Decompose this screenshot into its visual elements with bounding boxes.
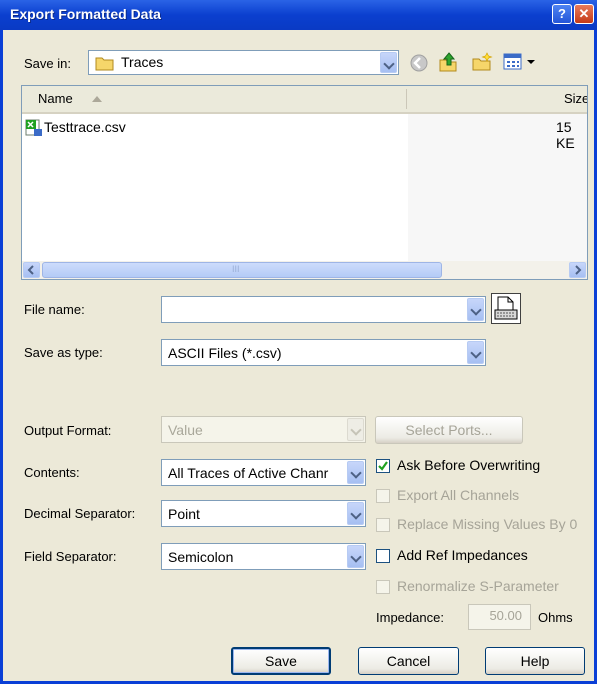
contents-value: All Traces of Active Chanr [168, 464, 329, 481]
output-format-dropdown-button[interactable] [347, 418, 364, 441]
scroll-right-button[interactable] [569, 262, 586, 278]
csv-file-icon [25, 119, 42, 136]
file-name-dropdown-button[interactable] [467, 298, 484, 321]
renormalize-checkbox[interactable] [376, 580, 390, 594]
cancel-button[interactable]: Cancel [358, 647, 459, 675]
impedance-unit: Ohms [538, 610, 573, 625]
save-as-type-select[interactable]: ASCII Files (*.csv) [161, 339, 486, 366]
file-size: 15 KE [556, 119, 575, 151]
save-in-combo[interactable]: Traces [88, 50, 399, 75]
output-format-label: Output Format: [24, 423, 112, 438]
window-title: Export Formatted Data [10, 6, 161, 22]
column-divider[interactable] [406, 89, 407, 109]
field-separator-value: Semicolon [168, 548, 234, 565]
sort-ascending-icon [92, 96, 102, 102]
add-ref-impedances-checkbox[interactable] [376, 549, 390, 563]
help-title-button[interactable]: ? [552, 4, 572, 24]
file-list-header: Name Size [22, 86, 587, 114]
folder-icon [95, 57, 114, 71]
scroll-left-icon [27, 265, 34, 275]
save-as-type-label: Save as type: [24, 345, 103, 360]
save-in-label: Save in: [24, 56, 71, 71]
back-icon[interactable] [409, 53, 429, 73]
file-list[interactable]: Name Size Testtrace.csv 15 KE III [21, 85, 588, 280]
field-separator-label: Field Separator: [24, 549, 117, 564]
name-column-header[interactable]: Name [38, 91, 73, 106]
replace-missing-checkbox[interactable] [376, 518, 390, 532]
contents-label: Contents: [24, 465, 80, 480]
up-folder-icon[interactable] [437, 51, 459, 73]
contents-select[interactable]: All Traces of Active Chanr [161, 459, 366, 486]
file-name-input[interactable] [161, 296, 486, 323]
keyboard-icon [494, 296, 518, 320]
scroll-left-button[interactable] [23, 262, 40, 278]
ask-before-overwriting-label[interactable]: Ask Before Overwriting [397, 457, 540, 473]
close-button[interactable]: ✕ [574, 4, 594, 24]
output-format-value: Value [168, 421, 203, 438]
file-row[interactable]: Testtrace.csv 15 KE [25, 119, 585, 151]
decimal-separator-dropdown-button[interactable] [347, 502, 364, 525]
decimal-separator-label: Decimal Separator: [24, 506, 136, 521]
size-column-header[interactable]: Size [564, 91, 587, 106]
impedance-label: Impedance: [376, 610, 444, 625]
select-ports-button[interactable]: Select Ports... [375, 416, 523, 444]
contents-dropdown-button[interactable] [347, 461, 364, 484]
export-all-channels-label[interactable]: Export All Channels [397, 487, 519, 503]
checkmark-icon [378, 461, 388, 471]
keyboard-button[interactable] [491, 293, 521, 324]
impedance-input[interactable]: 50.00 [468, 604, 531, 630]
scroll-thumb[interactable]: III [42, 262, 442, 278]
save-as-type-dropdown-button[interactable] [467, 341, 484, 364]
decimal-separator-value: Point [168, 505, 200, 522]
scroll-grip: III [232, 264, 240, 274]
file-name-label: File name: [24, 302, 85, 317]
scroll-right-icon [575, 265, 582, 275]
ask-before-overwriting-checkbox[interactable] [376, 459, 390, 473]
new-folder-icon[interactable] [471, 52, 493, 72]
renormalize-label[interactable]: Renormalize S-Parameter [397, 578, 559, 594]
title-bar: Export Formatted Data ? ✕ [0, 0, 597, 30]
replace-missing-label[interactable]: Replace Missing Values By 0 [397, 516, 577, 532]
field-separator-select[interactable]: Semicolon [161, 543, 366, 570]
save-in-dropdown-button[interactable] [380, 52, 397, 73]
view-menu-icon[interactable] [503, 53, 537, 71]
field-separator-dropdown-button[interactable] [347, 545, 364, 568]
file-name: Testtrace.csv [44, 119, 126, 135]
save-button[interactable]: Save [231, 647, 331, 675]
decimal-separator-select[interactable]: Point [161, 500, 366, 527]
horizontal-scrollbar[interactable]: III [22, 261, 587, 279]
export-all-channels-checkbox[interactable] [376, 489, 390, 503]
help-button[interactable]: Help [485, 647, 585, 675]
save-as-type-value: ASCII Files (*.csv) [168, 344, 282, 361]
output-format-select[interactable]: Value [161, 416, 366, 443]
save-in-folder-name: Traces [121, 54, 164, 70]
add-ref-impedances-label[interactable]: Add Ref Impedances [397, 547, 528, 563]
